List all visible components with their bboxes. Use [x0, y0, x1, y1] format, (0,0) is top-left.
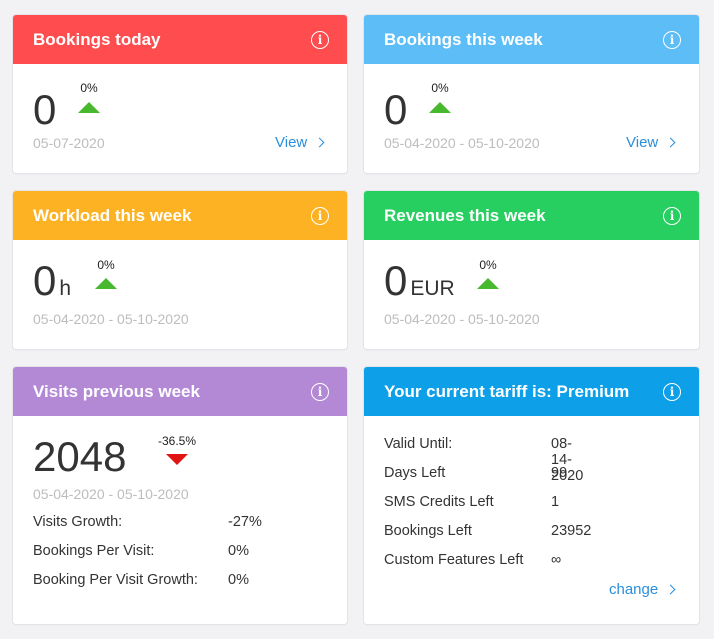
stat-label: Bookings Per Visit: [33, 543, 155, 559]
stat-value: 99 [551, 465, 568, 481]
stat-label: Visits Growth: [33, 514, 123, 530]
stat-value: 0 [33, 86, 57, 133]
change-percent: 0% [80, 81, 98, 95]
card-title: Bookings this week [384, 29, 543, 49]
change-percent: -36.5% [157, 434, 197, 448]
change-percent: 0% [97, 258, 115, 272]
stat-row-booking-per-visit-growth: Booking Per Visit Growth: 0% [33, 572, 249, 588]
card-header: Revenues this week i [364, 191, 699, 240]
date-range: 05-04-2020 - 05-10-2020 [33, 486, 189, 502]
stat-value: 1 [551, 494, 560, 510]
stat-row-visits-growth: Visits Growth: -27% [33, 514, 262, 530]
info-icon[interactable]: i [663, 30, 681, 49]
stat-label: Booking Per Visit Growth: [33, 572, 198, 588]
stat-value: 23952 [551, 523, 592, 539]
trend-down-icon [166, 454, 188, 465]
card-title: Bookings today [33, 29, 161, 49]
stat-label: Days Left [384, 465, 446, 481]
stat-label: Custom Features Left [384, 552, 524, 568]
card-workload-week: Workload this week i 0h 0% 05-04-2020 - … [13, 191, 347, 349]
change-tariff-link[interactable]: change [609, 581, 676, 598]
trend-up-icon [78, 102, 100, 113]
stat-value: 0% [228, 572, 249, 588]
date-range: 05-04-2020 - 05-10-2020 [384, 135, 540, 151]
card-header: Bookings this week i [364, 15, 699, 64]
stat-value: ∞ [551, 552, 562, 568]
info-icon[interactable]: i [311, 206, 329, 225]
stat-label: SMS Credits Left [384, 494, 494, 510]
info-icon[interactable]: i [311, 382, 329, 401]
stat-number: 0 [384, 257, 408, 304]
stat-label: Valid Until: [384, 436, 453, 452]
view-link[interactable]: View [626, 134, 676, 151]
card-title: Workload this week [33, 205, 192, 225]
card-title: Visits previous week [33, 381, 200, 401]
tariff-row-days-left: Days Left 99 [384, 465, 567, 481]
card-bookings-week: Bookings this week i 0 0% 05-04-2020 - 0… [364, 15, 699, 173]
info-icon[interactable]: i [663, 382, 681, 401]
stat-value: 0 EUR [384, 260, 455, 302]
view-link-label: View [626, 134, 659, 151]
card-tariff: Your current tariff is: Premium i Valid … [364, 367, 699, 624]
trend-up-icon [477, 278, 499, 289]
tariff-row-custom-features: Custom Features Left ∞ [384, 552, 561, 568]
stat-unit: h [59, 277, 72, 300]
date-range: 05-04-2020 - 05-10-2020 [384, 311, 540, 327]
trend-up-icon [95, 278, 117, 289]
stat-value: 0h [33, 260, 71, 302]
card-header: Bookings today i [13, 15, 347, 64]
stat-number: 0 [33, 257, 57, 304]
card-visits-prev-week: Visits previous week i 2048 -36.5% 05-04… [13, 367, 347, 624]
change-link-label: change [609, 581, 659, 598]
card-header: Your current tariff is: Premium i [364, 367, 699, 416]
stat-label: Bookings Left [384, 523, 472, 539]
card-header: Workload this week i [13, 191, 347, 240]
tariff-row-sms-credits: SMS Credits Left 1 [384, 494, 559, 510]
card-title: Your current tariff is: Premium [384, 381, 630, 401]
stat-row-bookings-per-visit: Bookings Per Visit: 0% [33, 543, 249, 559]
info-icon[interactable]: i [311, 30, 329, 49]
tariff-row-bookings-left: Bookings Left 23952 [384, 523, 591, 539]
card-header: Visits previous week i [13, 367, 347, 416]
stat-value: -27% [228, 514, 262, 530]
stat-value: 0% [228, 543, 249, 559]
stat-unit: EUR [410, 277, 455, 300]
date-range: 05-04-2020 - 05-10-2020 [33, 311, 189, 327]
card-title: Revenues this week [384, 205, 546, 225]
trend-up-icon [429, 102, 451, 113]
info-icon[interactable]: i [663, 206, 681, 225]
change-percent: 0% [479, 258, 497, 272]
card-bookings-today: Bookings today i 0 0% 05-07-2020 View [13, 15, 347, 173]
view-link-label: View [275, 134, 308, 151]
stat-value: 0 [384, 86, 408, 133]
view-link[interactable]: View [275, 134, 325, 151]
chevron-right-icon [314, 137, 325, 148]
tariff-row-valid-until: Valid Until: 08-14-2020 [384, 436, 583, 484]
chevron-right-icon [665, 584, 676, 595]
stat-value: 2048 [33, 433, 127, 480]
change-percent: 0% [431, 81, 449, 95]
chevron-right-icon [665, 137, 676, 148]
date-range: 05-07-2020 [33, 135, 105, 151]
card-revenues-week: Revenues this week i 0 EUR 0% 05-04-2020 … [364, 191, 699, 349]
